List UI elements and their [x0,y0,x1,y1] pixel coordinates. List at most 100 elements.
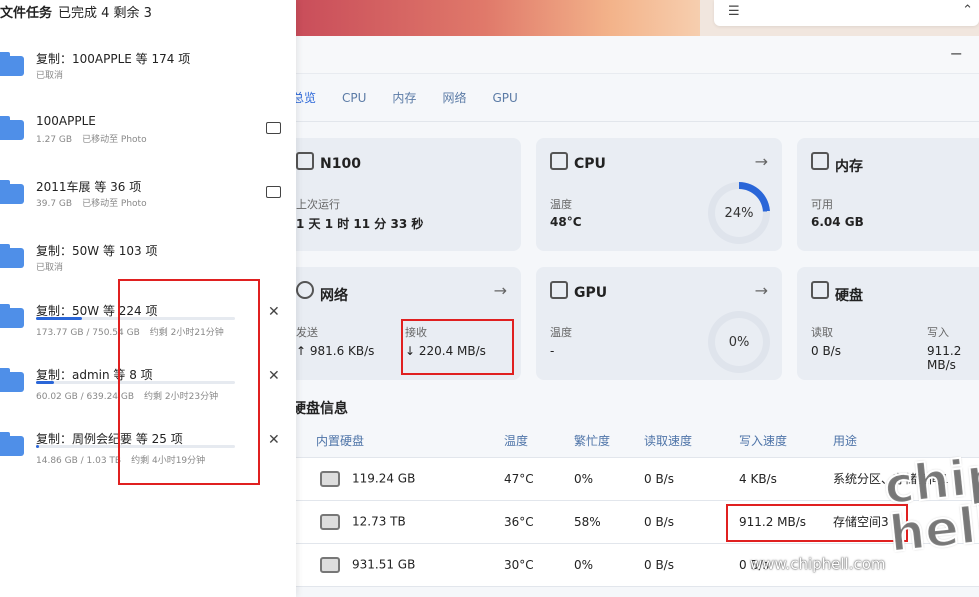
task-name: 2011车展 等 36 项 [36,180,142,194]
disk-capacity: 12.73 TB [352,514,406,528]
task-status: 1.27 GB 已移动至 Photo [36,135,147,145]
gpu-card[interactable]: GPU → 温度 - 0% [536,267,782,380]
panel-title: 文件任务 [0,6,53,21]
folder-icon [0,116,24,140]
disk-temp: 47°C [496,457,566,501]
folder-icon [0,368,24,392]
open-folder-icon[interactable] [266,186,281,198]
ssd-icon [320,470,340,487]
close-icon[interactable]: ✕ [268,368,280,384]
gpu-usage-gauge: 0% [708,311,770,373]
folder-icon [0,180,24,204]
disk-write-value: 911.2 MB/s [927,344,962,372]
minimize-button[interactable]: − [950,44,963,63]
task-name: 复制：50W 等 103 项 [36,244,158,258]
ram-icon [811,152,829,170]
filter-icon[interactable]: ☰ [728,4,740,19]
disk-read: 0 B/s [636,457,731,501]
disk-busy: 0% [566,543,636,587]
folder-icon [0,432,24,456]
task-item[interactable]: 100APPLE 1.27 GB 已移动至 Photo [0,108,296,168]
cpu-temp-label: 温度 [550,198,572,211]
folder-icon [0,304,24,328]
table-header-row: 内置硬盘 温度 繁忙度 读取速度 写入速度 用途 [296,424,979,458]
cpu-icon [550,152,568,170]
network-card-title: 网络 [320,288,348,304]
disk-card[interactable]: 硬盘 读取 0 B/s 写入 911.2 MB/s [797,267,979,380]
close-icon[interactable]: ✕ [268,432,280,448]
task-status: 39.7 GB 已移动至 Photo [36,199,147,209]
disk-capacity: 931.51 GB [352,557,416,571]
gpu-temp-label: 温度 [550,326,572,339]
watermark-url: www.chiphell.com [750,555,886,573]
cpu-card[interactable]: CPU → 温度 48°C 24% [536,138,782,251]
highlight-box-recv [401,319,514,375]
col-temperature[interactable]: 温度 [496,424,566,458]
disk-capacity: 119.24 GB [352,471,416,485]
gpu-usage-value: 0% [715,318,763,366]
tab-bar: 总览 CPU 内存 网络 GPU [280,74,979,122]
panel-header: 文件任务 已完成 4 剩余 3 [0,2,152,21]
file-task-panel: 文件任务 已完成 4 剩余 3 复制：100APPLE 等 174 项 已取消 1… [0,0,296,597]
chevron-up-icon[interactable]: ⌃ [962,3,973,18]
memory-available-value: 6.04 GB [811,215,864,229]
task-status: 已取消 [36,263,64,273]
chip-icon [296,152,314,170]
highlight-box-tasks [118,279,260,485]
tab-cpu[interactable]: CPU [342,91,366,105]
folder-icon [0,244,24,268]
arrow-right-icon[interactable]: → [755,281,768,300]
table-row[interactable]: 119.24 GB 47°C 0% 0 B/s 4 KB/s 系统分区、存储空间… [296,457,979,501]
disk-card-title: 硬盘 [835,288,863,304]
disk-read: 0 B/s [636,500,731,544]
top-search-bar[interactable]: ☰ ⌃ [714,0,979,26]
cpu-card-title: CPU [574,156,606,172]
panel-summary: 已完成 4 剩余 3 [58,6,152,21]
disk-info-title: 硬盘信息 [292,401,348,417]
task-item[interactable]: 复制：100APPLE 等 174 项 已取消 [0,44,296,104]
window-titlebar: − [280,36,979,74]
task-item[interactable]: 2011车展 等 36 项 39.7 GB 已移动至 Photo [0,172,296,232]
highlight-box-write-speed [726,504,908,542]
col-busy[interactable]: 繁忙度 [566,424,636,458]
cpu-usage-value: 24% [715,189,763,237]
system-card[interactable]: N100 上次运行 1 天 1 时 11 分 33 秒 [282,138,521,251]
uptime-label: 上次运行 [296,198,340,211]
folder-icon [0,52,24,76]
disk-read-value: 0 B/s [811,344,841,358]
send-value: ↑ 981.6 KB/s [296,344,375,358]
arrow-right-icon[interactable]: → [755,152,768,171]
disk-temp: 36°C [496,500,566,544]
hard-disk-icon [320,513,340,530]
gpu-icon [550,281,568,299]
col-read-speed[interactable]: 读取速度 [636,424,731,458]
send-label: 发送 [296,326,318,339]
memory-card[interactable]: 内存 可用 6.04 GB [797,138,979,251]
cpu-temp-value: 48°C [550,215,582,229]
gpu-temp-value: - [550,344,555,358]
col-write-speed[interactable]: 写入速度 [731,424,825,458]
gpu-card-title: GPU [574,285,608,301]
disk-write-label: 写入 [927,326,949,339]
open-folder-icon[interactable] [266,122,281,134]
task-name: 复制：100APPLE 等 174 项 [36,52,191,66]
hard-disk-icon [811,281,829,299]
cpu-usage-gauge: 24% [708,182,770,244]
memory-card-title: 内存 [835,159,863,175]
chiphell-logo: chip hell [880,445,979,565]
tab-network[interactable]: 网络 [442,89,466,106]
uptime-value: 1 天 1 时 11 分 33 秒 [296,217,424,231]
disk-busy: 58% [566,500,636,544]
close-icon[interactable]: ✕ [268,304,280,320]
task-name: 100APPLE [36,114,96,128]
tab-memory[interactable]: 内存 [392,89,416,106]
col-internal-disk[interactable]: 内置硬盘 [296,424,496,458]
system-card-title: N100 [320,156,361,172]
disk-temp: 30°C [496,543,566,587]
globe-icon [296,281,314,299]
arrow-right-icon[interactable]: → [494,281,507,300]
disk-read-label: 读取 [811,326,833,339]
disk-read: 0 B/s [636,543,731,587]
disk-busy: 0% [566,457,636,501]
tab-gpu[interactable]: GPU [492,91,517,105]
